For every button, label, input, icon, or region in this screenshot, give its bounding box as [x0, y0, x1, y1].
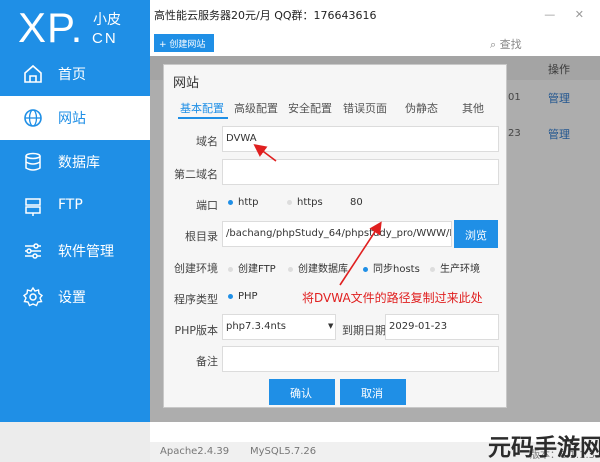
cancel-button[interactable]: 取消	[340, 379, 406, 405]
checkbox-unchecked-icon	[288, 266, 293, 272]
sidebar-item-home[interactable]: 首页	[0, 52, 150, 96]
confirm-button[interactable]: 确认	[269, 379, 335, 405]
topbar: 高性能云服务器20元/月 QQ群：176643616 — ✕	[150, 0, 600, 30]
sidebar-item-settings[interactable]: 设置	[0, 275, 150, 319]
root-label: 根目录	[185, 230, 218, 243]
radio-unselected-icon	[287, 199, 292, 205]
server-icon	[25, 198, 41, 216]
create-website-button[interactable]: + 创建网站	[154, 34, 214, 52]
env-ftp-label: 创建FTP	[238, 264, 276, 275]
checkbox-unchecked-icon	[228, 266, 233, 272]
port-http-radio[interactable]: http	[228, 197, 259, 208]
port-number-input[interactable]: 80	[350, 197, 363, 208]
sidebar-item-label: 数据库	[58, 155, 100, 171]
annotation-text: 将DVWA文件的路径复制过来此处	[302, 291, 483, 305]
tab-security[interactable]: 安全配置	[288, 100, 332, 116]
sidebar-item-label: FTP	[58, 197, 83, 213]
expire-date-input[interactable]: 2029-01-23	[385, 314, 499, 340]
home-icon	[24, 64, 42, 83]
root-dir-input[interactable]: /bachang/phpStudy_64/phpstudy_pro/WWW/DV…	[222, 221, 452, 247]
logo-text: XP.	[18, 4, 84, 51]
browse-button[interactable]: 浏览	[454, 220, 498, 248]
mysql-version: MySQL5.7.26	[250, 446, 317, 457]
radio-selected-icon	[228, 293, 233, 299]
php-version-select[interactable]: php7.3.4nts	[222, 314, 336, 340]
env-ftp-option[interactable]: 创建FTP	[228, 260, 276, 275]
sidebar-item-software[interactable]: 软件管理	[0, 229, 150, 273]
checkbox-unchecked-icon	[430, 266, 435, 272]
program-php-label: PHP	[238, 291, 258, 302]
globe-icon	[24, 109, 42, 127]
port-https-radio[interactable]: https	[287, 197, 323, 208]
tab-other[interactable]: 其他	[462, 100, 484, 116]
apache-version: Apache2.4.39	[160, 446, 230, 457]
env-hosts-label: 同步hosts	[373, 264, 420, 275]
sliders-icon	[25, 243, 41, 259]
port-label: 端口	[196, 199, 218, 212]
gear-icon	[22, 286, 44, 307]
tab-advanced[interactable]: 高级配置	[234, 100, 278, 116]
search-label: 查找	[499, 38, 522, 51]
port-https-label: https	[297, 197, 323, 208]
sidebar-item-database[interactable]: 数据库	[0, 140, 150, 184]
sidebar-item-label: 首页	[58, 67, 86, 83]
tab-error-pages[interactable]: 错误页面	[343, 100, 387, 116]
sidebar-item-label: 软件管理	[58, 244, 114, 260]
second-domain-input[interactable]	[222, 159, 499, 185]
website-dialog: 网站 基本配置 高级配置 安全配置 错误页面 伪静态 其他 域名 DVWA 第二…	[163, 64, 507, 408]
sidebar-item-ftp[interactable]: FTP	[0, 185, 150, 229]
ad-banner[interactable]: 高性能云服务器20元/月 QQ群：176643616	[154, 7, 377, 23]
sidebar-item-label: 网站	[58, 111, 86, 127]
note-label: 备注	[196, 355, 218, 368]
tab-rewrite[interactable]: 伪静态	[405, 100, 438, 116]
program-php-radio[interactable]: PHP	[228, 291, 258, 302]
env-production-option[interactable]: 生产环境	[430, 260, 480, 275]
note-input[interactable]	[222, 346, 499, 372]
logo-cn-top: 小皮	[93, 12, 121, 28]
env-label: 创建环境	[174, 262, 218, 275]
second-domain-label: 第二域名	[174, 168, 218, 181]
env-db-label: 创建数据库	[298, 264, 348, 275]
active-tab-indicator	[178, 117, 228, 119]
env-production-label: 生产环境	[440, 264, 480, 275]
program-type-label: 程序类型	[174, 293, 218, 306]
sidebar: XP. 小皮 CN 首页 网站 数据库 FTP 软件管理 设置	[0, 0, 150, 462]
domain-input[interactable]: DVWA	[222, 126, 499, 152]
search-icon: ⌕	[490, 38, 500, 51]
port-http-label: http	[238, 197, 259, 208]
php-version-label: PHP版本	[174, 324, 218, 337]
app-logo: XP. 小皮 CN	[0, 0, 150, 60]
watermark-text: 元码手游网	[488, 435, 600, 461]
toolbar: + 创建网站 ⌕ 查找	[150, 30, 600, 56]
expire-date-label: 到期日期	[342, 324, 386, 337]
sidebar-item-label: 设置	[58, 290, 86, 306]
sidebar-item-website[interactable]: 网站	[0, 96, 150, 140]
dialog-title: 网站	[173, 76, 200, 91]
radio-selected-icon	[228, 199, 233, 205]
logo-cn-bottom: CN	[92, 30, 118, 47]
env-hosts-option[interactable]: 同步hosts	[363, 260, 420, 275]
window-controls[interactable]: — ✕	[544, 8, 592, 21]
search-box[interactable]: ⌕ 查找	[490, 36, 522, 52]
tab-basic[interactable]: 基本配置	[180, 100, 224, 116]
domain-label: 域名	[196, 135, 218, 148]
sidebar-footer	[0, 422, 150, 462]
dialog-tabs: 基本配置 高级配置 安全配置 错误页面 伪静态 其他	[170, 97, 502, 119]
checkbox-checked-icon	[363, 266, 368, 272]
env-db-option[interactable]: 创建数据库	[288, 260, 348, 275]
database-icon	[25, 152, 41, 171]
